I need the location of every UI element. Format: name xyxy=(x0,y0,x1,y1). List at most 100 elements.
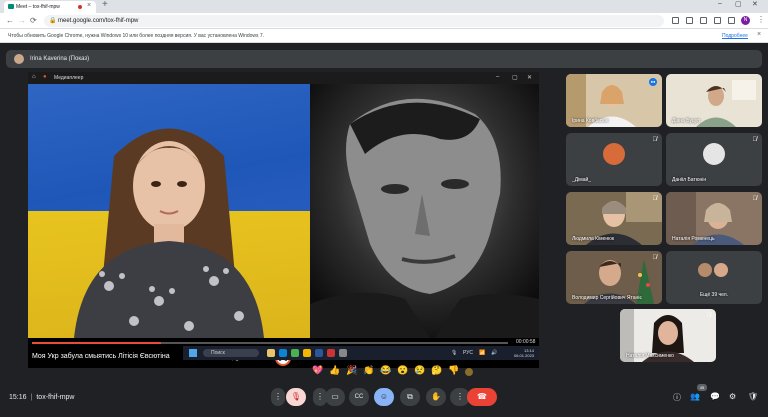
infobar-message: Чтобы обновить Google Chrome, нужна Wind… xyxy=(8,33,265,39)
tab-title: Meet – tox-fhif-mpw xyxy=(16,4,60,10)
meeting-code: tox-fhif-mpw xyxy=(36,394,75,401)
browser-tab-bar: Meet – tox-fhif-mpw × + – ▢ ✕ xyxy=(0,0,768,13)
share-icon[interactable] xyxy=(686,17,693,24)
taskbar-search[interactable]: Поиск xyxy=(203,349,259,357)
present-button[interactable]: ⧉ xyxy=(400,388,420,406)
meet-stage: Irina Kaverina (Показ) ⌂ ● Медиаплеер – … xyxy=(0,43,768,417)
edge-icon[interactable] xyxy=(279,349,287,357)
media-player-titlebar: ⌂ ● Медиаплеер – ▢ ✕ xyxy=(28,72,539,84)
speaking-indicator-icon: ●● xyxy=(649,78,657,86)
back-button[interactable]: ← xyxy=(6,16,14,25)
tray-mic-icon[interactable]: 🎙 xyxy=(451,350,457,356)
participant-name: Володимир Сергійович Ятаніє xyxy=(572,295,642,301)
new-tab-button[interactable]: + xyxy=(102,0,108,10)
tab-close-button[interactable]: × xyxy=(87,2,91,9)
thinking-reaction-button[interactable]: 🤔 xyxy=(431,365,442,376)
media-player-logo-icon: ● xyxy=(43,74,47,80)
laugh-reaction-button[interactable]: 😂 xyxy=(380,365,391,376)
tray-lang[interactable]: РУС xyxy=(463,350,473,356)
camera-button[interactable]: ▭ xyxy=(325,388,345,406)
participant-tile[interactable]: 🎙̸ Володимир Сергійович Ятаніє xyxy=(566,251,662,304)
browser-tab[interactable]: Meet – tox-fhif-mpw × xyxy=(4,1,96,13)
meeting-info-icon[interactable]: ⓘ xyxy=(673,392,681,403)
tray-wifi-icon[interactable]: 📶 xyxy=(479,350,485,356)
more-participants-tile[interactable]: Ещё 39 чел. xyxy=(666,251,762,304)
thumbs-down-reaction-button[interactable]: 👎 xyxy=(448,365,459,376)
participant-tile[interactable]: 🎙̸ Людмила Кіменюк xyxy=(566,192,662,245)
chat-icon[interactable]: 💬 xyxy=(710,392,720,401)
more-participants-label: Ещё 39 чел. xyxy=(699,292,729,298)
profile-avatar[interactable]: N xyxy=(741,16,750,25)
captions-button[interactable]: CC xyxy=(349,388,369,406)
media-player-app-icon[interactable] xyxy=(327,349,335,357)
shared-screen[interactable]: ⌂ ● Медиаплеер – ▢ ✕ 00:00:58 Моя Укр за… xyxy=(28,72,539,368)
file-explorer-icon[interactable] xyxy=(267,349,275,357)
maximize-button[interactable]: ▢ xyxy=(735,0,742,8)
host-controls-icon[interactable]: 🛡 xyxy=(748,392,758,401)
progress-fill xyxy=(32,342,161,344)
media-player-title: Медиаплеер xyxy=(54,75,84,81)
infobar-learn-more-link[interactable]: Подробнее xyxy=(722,33,748,39)
video-frame xyxy=(28,84,539,338)
chrome-icon[interactable] xyxy=(291,349,299,357)
player-minimize-icon[interactable]: – xyxy=(496,74,499,80)
activities-icon[interactable]: ⚙ xyxy=(729,392,736,401)
thumbs-up-reaction-button[interactable]: 👍 xyxy=(329,365,340,376)
side-panel-icon[interactable] xyxy=(728,17,735,24)
close-window-button[interactable]: ✕ xyxy=(752,0,758,8)
surprised-reaction-button[interactable]: 😮 xyxy=(397,365,408,376)
participant-name: Ірина Ковбасюк xyxy=(572,118,609,124)
heart-reaction-button[interactable]: 💖 xyxy=(312,365,323,376)
reload-button[interactable]: ⟳ xyxy=(30,16,37,25)
people-icon[interactable]: 👥 xyxy=(690,392,700,401)
bookmark-star-icon[interactable] xyxy=(700,17,707,24)
participant-tile[interactable]: 🎙̸ Наталія Роменець xyxy=(666,192,762,245)
participant-name: Данііл Батюнін xyxy=(672,177,707,183)
windows-start-icon[interactable] xyxy=(189,349,197,357)
camera-permission-icon[interactable] xyxy=(672,17,679,24)
taskbar-date: 06.01.2023 xyxy=(514,353,535,358)
infobar-close-button[interactable]: × xyxy=(757,31,761,38)
taskbar-clock[interactable]: 13:14 06.01.2023 xyxy=(514,348,534,358)
participant-tile[interactable]: 🎙̸ _Дімай_ xyxy=(566,133,662,186)
participant-name: _Дімай_ xyxy=(572,177,592,183)
reactions-button[interactable]: ☺ xyxy=(374,388,394,406)
recording-dot-icon xyxy=(78,5,82,9)
obs-icon[interactable] xyxy=(339,349,347,357)
leave-call-button[interactable]: ☎ xyxy=(467,388,497,406)
tray-volume-icon[interactable]: 🔊 xyxy=(491,350,497,356)
participant-tile[interactable]: Діана Буцул xyxy=(666,74,762,127)
word-icon[interactable] xyxy=(315,349,323,357)
participant-avatar xyxy=(698,263,712,277)
url-input[interactable]: 🔒 meet.google.com/tox-fhif-mpw xyxy=(44,15,664,27)
mic-off-icon: 🎙̸ xyxy=(652,196,658,202)
raise-hand-button[interactable]: ✋ xyxy=(426,388,446,406)
mic-options-icon[interactable]: ⋮ xyxy=(271,388,285,406)
party-reaction-button[interactable]: 🎉 xyxy=(346,365,357,376)
participant-name: Людмила Кіменюк xyxy=(572,236,615,242)
chrome-menu-icon[interactable]: ⋮ xyxy=(757,15,765,24)
mic-off-icon: 🎙̸ xyxy=(706,313,712,319)
home-icon[interactable]: ⌂ xyxy=(32,74,36,80)
folder-icon[interactable] xyxy=(303,349,311,357)
video-time: 00:00:58 xyxy=(516,339,536,345)
details-separator: | xyxy=(30,394,33,401)
participant-tile[interactable]: 🎙̸ Данііл Батюнін xyxy=(666,133,762,186)
url-text: meet.google.com/tox-fhif-mpw xyxy=(58,18,139,24)
player-close-icon[interactable]: ✕ xyxy=(527,74,532,81)
address-bar-row: ← → ⟳ 🔒 meet.google.com/tox-fhif-mpw N ⋮ xyxy=(0,13,768,29)
extensions-icon[interactable] xyxy=(714,17,721,24)
update-infobar: Чтобы обновить Google Chrome, нужна Wind… xyxy=(0,29,768,43)
forward-button[interactable]: → xyxy=(18,16,26,25)
clap-reaction-button[interactable]: 👏 xyxy=(363,365,374,376)
participant-name: Діана Буцул xyxy=(672,118,701,124)
minimize-button[interactable]: – xyxy=(718,0,722,7)
player-maximize-icon[interactable]: ▢ xyxy=(512,74,518,81)
sad-reaction-button[interactable]: 😢 xyxy=(414,365,425,376)
meeting-time: 15:16 xyxy=(9,394,27,401)
participant-tile[interactable]: ●● Ірина Ковбасюк xyxy=(566,74,662,127)
skin-tone-button[interactable] xyxy=(465,368,473,376)
mic-off-button[interactable]: 🎙 xyxy=(286,388,306,406)
people-count-badge: 45 xyxy=(697,384,707,391)
self-view-tile[interactable]: 🎙̸ Наталія Максименко xyxy=(620,309,716,362)
